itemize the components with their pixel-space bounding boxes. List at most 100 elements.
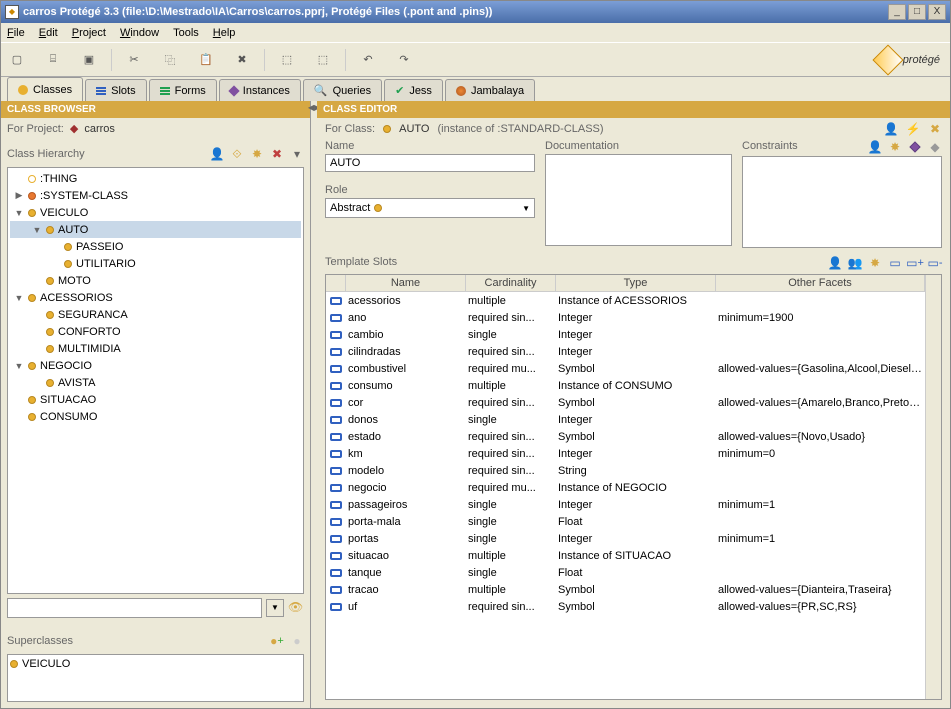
divider[interactable] (1, 620, 310, 624)
menu-tools[interactable]: Tools (173, 27, 199, 39)
view-tool-icon[interactable]: 👤 (868, 140, 882, 154)
column-name[interactable]: Name (346, 275, 466, 292)
menu-edit[interactable]: Edit (39, 27, 58, 39)
menu-help[interactable]: Help (213, 27, 236, 39)
table-row[interactable]: situacaomultipleInstance of SITUACAO (326, 547, 925, 564)
tab-slots[interactable]: Slots (85, 79, 146, 101)
menu-window[interactable]: Window (120, 27, 159, 39)
expand-icon[interactable]: ▶ (14, 190, 24, 201)
search-dropdown-button[interactable]: ▼ (266, 599, 284, 617)
tree-node[interactable]: SEGURANCA (10, 306, 301, 323)
archive-in-icon[interactable]: ⬚ (277, 50, 297, 70)
table-scroll[interactable]: Name Cardinality Type Other Facets acess… (326, 275, 925, 699)
bolt-tool-icon[interactable]: ⚡ (906, 122, 920, 136)
table-row[interactable]: ufrequired sin...Symbolallowed-values={P… (326, 598, 925, 615)
menu-project[interactable]: Project (72, 27, 106, 39)
tab-queries[interactable]: 🔍Queries (303, 79, 382, 101)
new-icon[interactable]: ▢ (7, 50, 27, 70)
column-cardinality[interactable]: Cardinality (466, 275, 556, 292)
name-input[interactable] (325, 154, 535, 172)
tree-node[interactable]: ▼ACESSORIOS (10, 289, 301, 306)
table-row[interactable]: anorequired sin...Integerminimum=1900 (326, 309, 925, 326)
table-row[interactable]: donossingleInteger (326, 411, 925, 428)
tree-node[interactable]: :THING (10, 170, 301, 187)
superclasses-list[interactable]: VEICULO (7, 654, 304, 702)
redo-icon[interactable]: ↷ (394, 50, 414, 70)
tree-node[interactable]: AVISTA (10, 374, 301, 391)
save-icon[interactable]: ▣ (79, 50, 99, 70)
delete-icon[interactable]: ✖ (232, 50, 252, 70)
table-row[interactable]: modelorequired sin...String (326, 462, 925, 479)
archive-out-icon[interactable]: ⬚ (313, 50, 333, 70)
diamond-add-icon[interactable]: ◆ (928, 140, 942, 154)
list-item[interactable]: VEICULO (8, 655, 303, 672)
table-row[interactable]: correquired sin...Symbolallowed-values={… (326, 394, 925, 411)
table-row[interactable]: kmrequired sin...Integerminimum=0 (326, 445, 925, 462)
view-pair-icon[interactable]: 👥 (848, 256, 862, 270)
close-button[interactable]: X (928, 4, 946, 20)
tab-jambalaya[interactable]: Jambalaya (445, 79, 535, 101)
binoculars-icon[interactable]: 👁 (288, 600, 304, 616)
tree-node[interactable]: ▶:SYSTEM-CLASS (10, 187, 301, 204)
tab-instances[interactable]: Instances (219, 79, 301, 101)
class-tree[interactable]: :THING▶:SYSTEM-CLASS▼VEICULO▼AUTOPASSEIO… (7, 167, 304, 594)
table-row[interactable]: consumomultipleInstance of CONSUMO (326, 377, 925, 394)
view-tool-icon[interactable]: 👤 (828, 256, 842, 270)
new-tool-icon[interactable]: ✸ (888, 140, 902, 154)
documentation-input[interactable] (545, 154, 732, 246)
tree-node[interactable]: ▼AUTO (10, 221, 301, 238)
expand-icon[interactable]: ▼ (14, 361, 24, 371)
open-icon[interactable]: ⌸ (43, 50, 63, 70)
expand-icon[interactable]: ▼ (32, 225, 42, 235)
link-tool-icon[interactable]: ⟐ (230, 147, 244, 161)
table-row[interactable]: estadorequired sin...Symbolallowed-value… (326, 428, 925, 445)
expand-icon[interactable]: ▼ (14, 208, 24, 218)
tree-node[interactable]: MULTIMIDIA (10, 340, 301, 357)
undo-icon[interactable]: ↶ (358, 50, 378, 70)
add-superclass-icon[interactable]: ●+ (270, 634, 284, 648)
paste-icon[interactable]: 📋 (196, 50, 216, 70)
tree-node[interactable]: SITUACAO (10, 391, 301, 408)
diamond-tool-icon[interactable] (908, 140, 922, 154)
table-row[interactable]: tracaomultipleSymbolallowed-values={Dian… (326, 581, 925, 598)
tree-node[interactable]: ▼VEICULO (10, 204, 301, 221)
slot-remove-icon[interactable]: ▭- (928, 256, 942, 270)
view-tool-icon[interactable]: 👤 (210, 147, 224, 161)
new-tool-icon[interactable]: ✸ (250, 147, 264, 161)
tree-node[interactable]: PASSEIO (10, 238, 301, 255)
table-row[interactable]: portassingleIntegerminimum=1 (326, 530, 925, 547)
tree-node[interactable]: CONFORTO (10, 323, 301, 340)
column-type[interactable]: Type (556, 275, 716, 292)
column-other-facets[interactable]: Other Facets (716, 275, 925, 292)
search-input[interactable] (7, 598, 262, 618)
tree-node[interactable]: CONSUMO (10, 408, 301, 425)
table-row[interactable]: tanquesingleFloat (326, 564, 925, 581)
view-tool-icon[interactable]: 👤 (884, 122, 898, 136)
constraints-list[interactable] (742, 156, 942, 248)
tree-node[interactable]: MOTO (10, 272, 301, 289)
delete-tool-icon[interactable]: ✖ (270, 147, 284, 161)
tab-classes[interactable]: Classes (7, 77, 83, 101)
expand-icon[interactable]: ▼ (14, 293, 24, 303)
tab-jess[interactable]: ✔Jess (384, 79, 443, 101)
remove-superclass-icon[interactable]: ● (290, 634, 304, 648)
table-row[interactable]: cambiosingleInteger (326, 326, 925, 343)
table-row[interactable]: combustivelrequired mu...Symbolallowed-v… (326, 360, 925, 377)
copy-icon[interactable]: ⿻ (160, 50, 180, 70)
slot-add-icon[interactable]: ▭+ (908, 256, 922, 270)
minimize-button[interactable]: _ (888, 4, 906, 20)
tree-node[interactable]: UTILITARIO (10, 255, 301, 272)
maximize-button[interactable]: □ (908, 4, 926, 20)
table-row[interactable]: negociorequired mu...Instance of NEGOCIO (326, 479, 925, 496)
table-row[interactable]: cilindradasrequired sin...Integer (326, 343, 925, 360)
menu-file[interactable]: File (7, 27, 25, 39)
role-select[interactable]: Abstract ▼ (325, 198, 535, 218)
cut-icon[interactable]: ✂ (124, 50, 144, 70)
close-tool-icon[interactable]: ✖ (928, 122, 942, 136)
tree-node[interactable]: ▼NEGOCIO (10, 357, 301, 374)
titlebar[interactable]: ◆ carros Protégé 3.3 (file:\D:\Mestrado\… (1, 1, 950, 23)
table-row[interactable]: acessoriosmultipleInstance of ACESSORIOS (326, 292, 925, 309)
new-tool-icon[interactable]: ✸ (868, 256, 882, 270)
table-row[interactable]: porta-malasingleFloat (326, 513, 925, 530)
dropdown-icon[interactable]: ▾ (290, 147, 304, 161)
